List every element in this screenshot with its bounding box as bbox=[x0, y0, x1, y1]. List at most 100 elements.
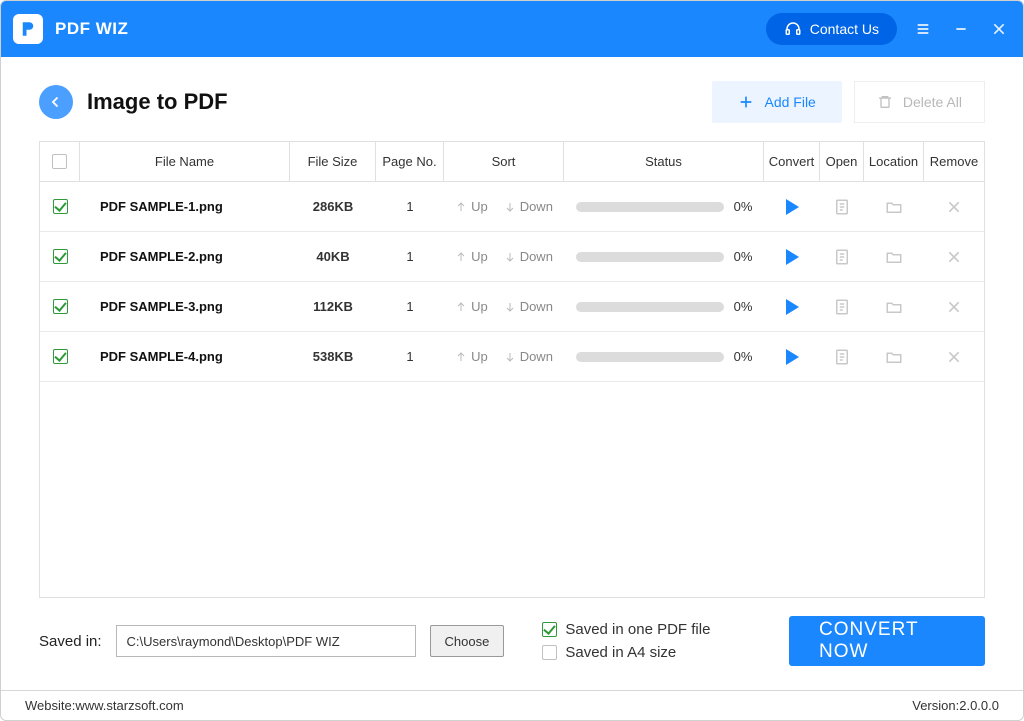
x-icon bbox=[946, 249, 962, 265]
file-size: 40KB bbox=[290, 232, 376, 281]
choose-folder-button[interactable]: Choose bbox=[430, 625, 505, 657]
x-icon bbox=[946, 299, 962, 315]
sort-down-button[interactable]: Down bbox=[504, 299, 553, 314]
minimize-button[interactable] bbox=[951, 19, 971, 39]
sort-down-button[interactable]: Down bbox=[504, 349, 553, 364]
sort-down-button[interactable]: Down bbox=[504, 249, 553, 264]
table-header: File Name File Size Page No. Sort Status… bbox=[40, 142, 984, 182]
add-file-label: Add File bbox=[764, 94, 815, 110]
col-open: Open bbox=[820, 142, 864, 181]
document-icon bbox=[833, 298, 851, 316]
table-row: PDF SAMPLE-3.png112KB1UpDown0% bbox=[40, 282, 984, 332]
location-button[interactable] bbox=[864, 232, 924, 281]
sort-up-button[interactable]: Up bbox=[455, 249, 488, 264]
menu-icon bbox=[915, 21, 931, 37]
x-icon bbox=[946, 199, 962, 215]
close-icon bbox=[991, 21, 1007, 37]
contact-us-label: Contact Us bbox=[810, 21, 879, 37]
headset-icon bbox=[784, 20, 802, 38]
menu-button[interactable] bbox=[913, 19, 933, 39]
play-icon bbox=[786, 199, 799, 215]
saved-in-label: Saved in: bbox=[39, 633, 102, 650]
play-icon bbox=[786, 349, 799, 365]
open-button[interactable] bbox=[820, 232, 864, 281]
delete-all-button[interactable]: Delete All bbox=[854, 81, 985, 123]
progress-percent: 0% bbox=[734, 249, 753, 264]
sort-up-button[interactable]: Up bbox=[455, 199, 488, 214]
back-button[interactable] bbox=[39, 85, 73, 119]
website-label: Website: bbox=[25, 698, 75, 713]
folder-icon bbox=[884, 248, 904, 266]
col-file-name: File Name bbox=[80, 142, 290, 181]
progress-percent: 0% bbox=[734, 299, 753, 314]
open-button[interactable] bbox=[820, 332, 864, 381]
progress-bar bbox=[576, 202, 724, 212]
a4-label: Saved in A4 size bbox=[565, 644, 676, 661]
table-row: PDF SAMPLE-2.png40KB1UpDown0% bbox=[40, 232, 984, 282]
file-name: PDF SAMPLE-1.png bbox=[80, 182, 290, 231]
remove-button[interactable] bbox=[924, 282, 984, 331]
col-convert: Convert bbox=[764, 142, 820, 181]
document-icon bbox=[833, 248, 851, 266]
location-button[interactable] bbox=[864, 332, 924, 381]
page-count: 1 bbox=[376, 332, 444, 381]
remove-button[interactable] bbox=[924, 332, 984, 381]
open-button[interactable] bbox=[820, 282, 864, 331]
file-name: PDF SAMPLE-2.png bbox=[80, 232, 290, 281]
close-button[interactable] bbox=[989, 19, 1009, 39]
file-size: 112KB bbox=[290, 282, 376, 331]
minimize-icon bbox=[953, 21, 969, 37]
folder-icon bbox=[884, 198, 904, 216]
arrow-left-icon bbox=[47, 93, 65, 111]
website-link[interactable]: www.starzsoft.com bbox=[75, 698, 183, 713]
row-checkbox[interactable] bbox=[53, 249, 68, 264]
progress-percent: 0% bbox=[734, 199, 753, 214]
contact-us-button[interactable]: Contact Us bbox=[766, 13, 897, 45]
convert-button[interactable] bbox=[764, 332, 820, 381]
page-title: Image to PDF bbox=[87, 89, 228, 115]
file-size: 286KB bbox=[290, 182, 376, 231]
col-status: Status bbox=[564, 142, 764, 181]
one-pdf-checkbox[interactable] bbox=[542, 622, 557, 637]
convert-now-button[interactable]: CONVERT NOW bbox=[789, 616, 985, 666]
arrow-down-icon bbox=[504, 200, 516, 214]
location-button[interactable] bbox=[864, 282, 924, 331]
open-button[interactable] bbox=[820, 182, 864, 231]
row-checkbox[interactable] bbox=[53, 299, 68, 314]
sort-up-button[interactable]: Up bbox=[455, 299, 488, 314]
progress-bar bbox=[576, 302, 724, 312]
col-sort: Sort bbox=[444, 142, 564, 181]
app-logo bbox=[13, 14, 43, 44]
add-file-button[interactable]: Add File bbox=[712, 81, 841, 123]
sort-down-button[interactable]: Down bbox=[504, 199, 553, 214]
one-pdf-label: Saved in one PDF file bbox=[565, 621, 710, 638]
remove-button[interactable] bbox=[924, 182, 984, 231]
col-remove: Remove bbox=[924, 142, 984, 181]
play-icon bbox=[786, 249, 799, 265]
arrow-down-icon bbox=[504, 250, 516, 264]
location-button[interactable] bbox=[864, 182, 924, 231]
convert-button[interactable] bbox=[764, 232, 820, 281]
output-path-input[interactable] bbox=[116, 625, 416, 657]
file-name: PDF SAMPLE-3.png bbox=[80, 282, 290, 331]
version-label: Version: bbox=[912, 698, 959, 713]
col-location: Location bbox=[864, 142, 924, 181]
convert-button[interactable] bbox=[764, 182, 820, 231]
file-size: 538KB bbox=[290, 332, 376, 381]
delete-all-label: Delete All bbox=[903, 94, 962, 110]
row-checkbox[interactable] bbox=[53, 199, 68, 214]
arrow-up-icon bbox=[455, 250, 467, 264]
a4-checkbox[interactable] bbox=[542, 645, 557, 660]
col-file-size: File Size bbox=[290, 142, 376, 181]
row-checkbox[interactable] bbox=[53, 349, 68, 364]
table-row: PDF SAMPLE-1.png286KB1UpDown0% bbox=[40, 182, 984, 232]
convert-button[interactable] bbox=[764, 282, 820, 331]
statusbar: Website: www.starzsoft.com Version: 2.0.… bbox=[1, 690, 1023, 720]
remove-button[interactable] bbox=[924, 232, 984, 281]
folder-icon bbox=[884, 348, 904, 366]
select-all-checkbox[interactable] bbox=[52, 154, 67, 169]
arrow-down-icon bbox=[504, 350, 516, 364]
progress-percent: 0% bbox=[734, 349, 753, 364]
play-icon bbox=[786, 299, 799, 315]
sort-up-button[interactable]: Up bbox=[455, 349, 488, 364]
